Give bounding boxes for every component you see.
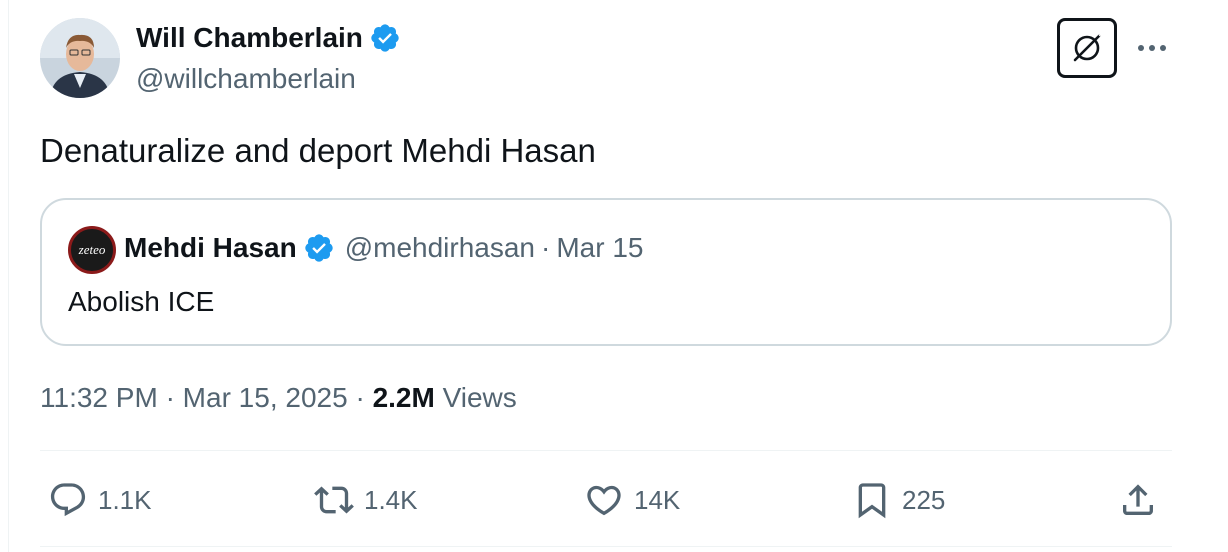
bookmark-count: 225	[902, 484, 946, 515]
author-name-row[interactable]: Will Chamberlain	[136, 20, 401, 56]
more-icon	[1138, 45, 1166, 51]
views-label: Views	[442, 382, 517, 413]
quoted-avatar-text: zeteo	[78, 242, 106, 257]
share-icon	[1123, 484, 1153, 515]
tweet-time[interactable]: 11:32 PM	[40, 382, 158, 413]
repost-button[interactable]: 1.4K	[314, 478, 418, 522]
frame-border	[8, 0, 9, 552]
meta-separator: ·	[165, 382, 175, 413]
quoted-header: Mehdi Hasan @mehdirhasan · Mar 15	[124, 230, 644, 266]
more-options-button[interactable]	[1132, 30, 1172, 66]
grok-button[interactable]	[1057, 18, 1117, 78]
tweet-date[interactable]: Mar 15, 2025	[183, 382, 348, 413]
tweet-text: Denaturalize and deport Mehdi Hasan	[40, 132, 596, 169]
like-count: 14K	[634, 484, 681, 515]
quoted-date[interactable]: Mar 15	[556, 230, 643, 266]
like-icon	[587, 485, 621, 516]
author-avatar[interactable]	[40, 18, 120, 98]
reply-button[interactable]: 1.1K	[48, 478, 152, 522]
author-name[interactable]: Will Chamberlain	[136, 20, 363, 56]
quoted-author-name[interactable]: Mehdi Hasan	[124, 230, 297, 266]
quoted-text: Abolish ICE	[68, 286, 215, 317]
meta-separator: ·	[355, 382, 365, 413]
tweet-card: Will Chamberlain @willchamberlain Denatu…	[0, 0, 1228, 552]
divider	[40, 450, 1172, 451]
reply-icon	[50, 483, 86, 517]
quoted-handle[interactable]: @mehdirhasan	[345, 230, 535, 266]
quoted-avatar[interactable]: zeteo	[68, 226, 116, 274]
grok-icon	[1073, 33, 1102, 62]
share-button[interactable]	[1118, 478, 1158, 522]
reply-count: 1.1K	[98, 484, 152, 515]
quoted-separator: ·	[541, 232, 551, 263]
bookmark-button[interactable]: 225	[852, 478, 945, 522]
author-handle[interactable]: @willchamberlain	[136, 62, 356, 96]
verified-badge-icon	[303, 232, 335, 264]
repost-count: 1.4K	[364, 484, 418, 515]
quoted-tweet[interactable]: zeteo Mehdi Hasan @mehdirhasan · Mar 15 …	[40, 198, 1172, 346]
views-count: 2.2M	[372, 382, 435, 413]
tweet-meta: 11:32 PM · Mar 15, 2025 · 2.2M Views	[40, 380, 517, 416]
bookmark-icon	[858, 483, 886, 519]
repost-icon	[314, 486, 354, 514]
verified-badge-icon	[369, 22, 401, 54]
divider	[40, 546, 1172, 547]
like-button[interactable]: 14K	[584, 478, 680, 522]
